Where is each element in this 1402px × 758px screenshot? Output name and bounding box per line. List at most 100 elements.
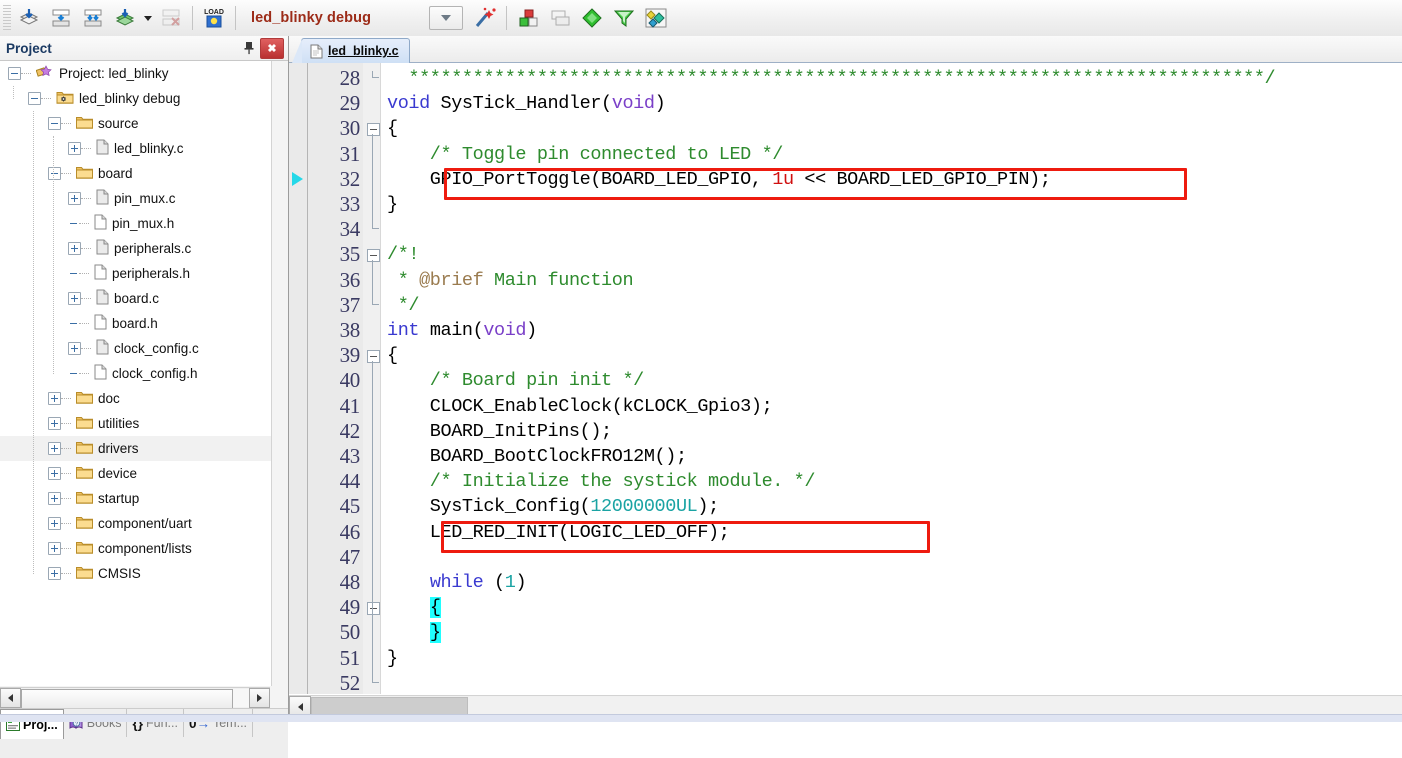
tree-connector [61, 447, 71, 450]
toolbar-grip[interactable] [3, 5, 11, 31]
code-line[interactable]: /*! [387, 242, 420, 267]
code-view[interactable]: 28 *************************************… [289, 63, 1402, 694]
code-line[interactable]: { [387, 116, 398, 141]
fold-toggle-icon[interactable] [367, 602, 380, 616]
translate-button[interactable] [13, 2, 45, 34]
auto-hide-pin-button[interactable] [240, 39, 258, 57]
scroll-right-button[interactable] [249, 688, 270, 708]
fold-connector [372, 260, 373, 299]
fold-toggle-icon[interactable] [367, 123, 380, 137]
pack-manage-button[interactable] [640, 2, 672, 34]
tree-item-project-led-blinky[interactable]: Project: led_blinky [0, 61, 271, 86]
tree-item-board-h[interactable]: board.h [0, 311, 271, 336]
project-tree-hscrollbar[interactable] [0, 687, 270, 709]
tree-item-label: led_blinky debug [79, 91, 181, 106]
tree-item-doc[interactable]: doc [0, 386, 271, 411]
hscroll-track[interactable] [21, 689, 249, 709]
tree-item-startup[interactable]: startup [0, 486, 271, 511]
code-line[interactable]: BOARD_InitPins(); [387, 419, 612, 444]
multi-window-icon [551, 10, 570, 26]
tree-expander-expanded[interactable] [28, 92, 41, 105]
tree-expander-expanded[interactable] [8, 67, 21, 80]
tree-expander-collapsed[interactable] [68, 142, 81, 155]
tree-expander-collapsed[interactable] [48, 417, 61, 430]
tree-item-pin-mux-h[interactable]: pin_mux.h [0, 211, 271, 236]
tree-item-drivers[interactable]: drivers [0, 436, 271, 461]
tree-expander-collapsed[interactable] [48, 442, 61, 455]
code-line[interactable]: /* Toggle pin connected to LED */ [387, 142, 784, 167]
pack-installer-button[interactable] [576, 2, 608, 34]
tree-expander-collapsed[interactable] [48, 467, 61, 480]
tree-item-utilities[interactable]: utilities [0, 411, 271, 436]
code-token: 1u [772, 168, 794, 190]
tree-item-board-c[interactable]: board.c [0, 286, 271, 311]
code-line[interactable]: } [387, 620, 441, 645]
tree-item-component-uart[interactable]: component/uart [0, 511, 271, 536]
code-line[interactable]: } [387, 646, 398, 671]
run-time-env-button[interactable] [608, 2, 640, 34]
bookmark-arrow-icon[interactable] [292, 171, 303, 186]
tree-item-clock-config-c[interactable]: clock_config.c [0, 336, 271, 361]
code-line[interactable]: CLOCK_EnableClock(kCLOCK_Gpio3); [387, 394, 773, 419]
build-icon [52, 9, 70, 27]
tree-expander-collapsed[interactable] [48, 517, 61, 530]
target-select-dropdown[interactable] [429, 6, 464, 30]
tree-item-led-blinky-c[interactable]: led_blinky.c [0, 136, 271, 161]
code-line[interactable]: void SysTick_Handler(void) [387, 91, 666, 116]
tree-item-led-blinky-debug[interactable]: led_blinky debug [0, 86, 271, 111]
tree-expander-collapsed[interactable] [68, 342, 81, 355]
code-line[interactable]: BOARD_BootClockFRO12M(); [387, 444, 687, 469]
tree-expander-expanded[interactable] [48, 117, 61, 130]
code-line[interactable]: */ [387, 293, 420, 318]
target-options-button[interactable] [469, 2, 501, 34]
tree-item-component-lists[interactable]: component/lists [0, 536, 271, 561]
tree-expander-collapsed[interactable] [48, 392, 61, 405]
tree-expander-collapsed[interactable] [68, 292, 81, 305]
tree-expander-collapsed[interactable] [48, 492, 61, 505]
tab-led-blinky-c[interactable]: led_blinky.c [292, 38, 410, 63]
fold-toggle-icon[interactable] [367, 249, 380, 263]
line-number: 52 [339, 670, 361, 694]
hscroll-thumb[interactable] [21, 689, 233, 709]
code-line[interactable]: * @brief Main function [387, 268, 634, 293]
batch-build-button[interactable] [109, 2, 141, 34]
build-button[interactable] [45, 2, 77, 34]
code-line[interactable]: int main(void) [387, 318, 537, 343]
multi-project-button[interactable] [544, 2, 576, 34]
code-line[interactable]: /* Initialize the systick module. */ [387, 469, 816, 494]
breakpoint-margin[interactable] [289, 63, 308, 694]
code-line[interactable]: { [387, 343, 398, 368]
batch-build-dropdown[interactable] [141, 4, 155, 32]
c-file-icon [96, 139, 109, 158]
tree-expander-collapsed[interactable] [68, 242, 81, 255]
code-line[interactable]: /* Board pin init */ [387, 368, 644, 393]
fold-toggle-icon[interactable] [367, 350, 380, 364]
tree-item-peripherals-c[interactable]: peripherals.c [0, 236, 271, 261]
stop-build-button[interactable] [155, 2, 187, 34]
tree-item-source[interactable]: source [0, 111, 271, 136]
rebuild-button[interactable] [77, 2, 109, 34]
scroll-left-button[interactable] [0, 688, 21, 708]
code-line[interactable]: SysTick_Config(12000000UL); [387, 494, 719, 519]
fold-end-marker [372, 71, 379, 78]
project-tree[interactable]: Project: led_blinky led_blinky debug sourc… [0, 61, 272, 686]
tree-item-pin-mux-c[interactable]: pin_mux.c [0, 186, 271, 211]
tree-item-cmsis[interactable]: CMSIS [0, 561, 271, 586]
tree-expander-collapsed[interactable] [48, 542, 61, 555]
tree-item-clock-config-h[interactable]: clock_config.h [0, 361, 271, 386]
code-line[interactable]: } [387, 192, 398, 217]
tree-expander-collapsed[interactable] [68, 192, 81, 205]
code-line[interactable]: GPIO_PortToggle(BOARD_LED_GPIO, 1u << BO… [387, 167, 1051, 192]
code-line[interactable]: while (1) [387, 570, 527, 595]
tree-item-device[interactable]: device [0, 461, 271, 486]
close-panel-button[interactable]: ✖ [260, 38, 284, 59]
download-button[interactable]: LOAD [198, 2, 230, 34]
tree-expander-expanded[interactable] [48, 167, 61, 180]
manage-project-items-button[interactable] [512, 2, 544, 34]
code-line[interactable]: LED_RED_INIT(LOGIC_LED_OFF); [387, 520, 730, 545]
tree-expander-collapsed[interactable] [48, 567, 61, 580]
tree-item-board[interactable]: board [0, 161, 271, 186]
code-line[interactable]: { [387, 595, 441, 620]
code-line[interactable]: ****************************************… [387, 66, 1275, 91]
tree-item-peripherals-h[interactable]: peripherals.h [0, 261, 271, 286]
